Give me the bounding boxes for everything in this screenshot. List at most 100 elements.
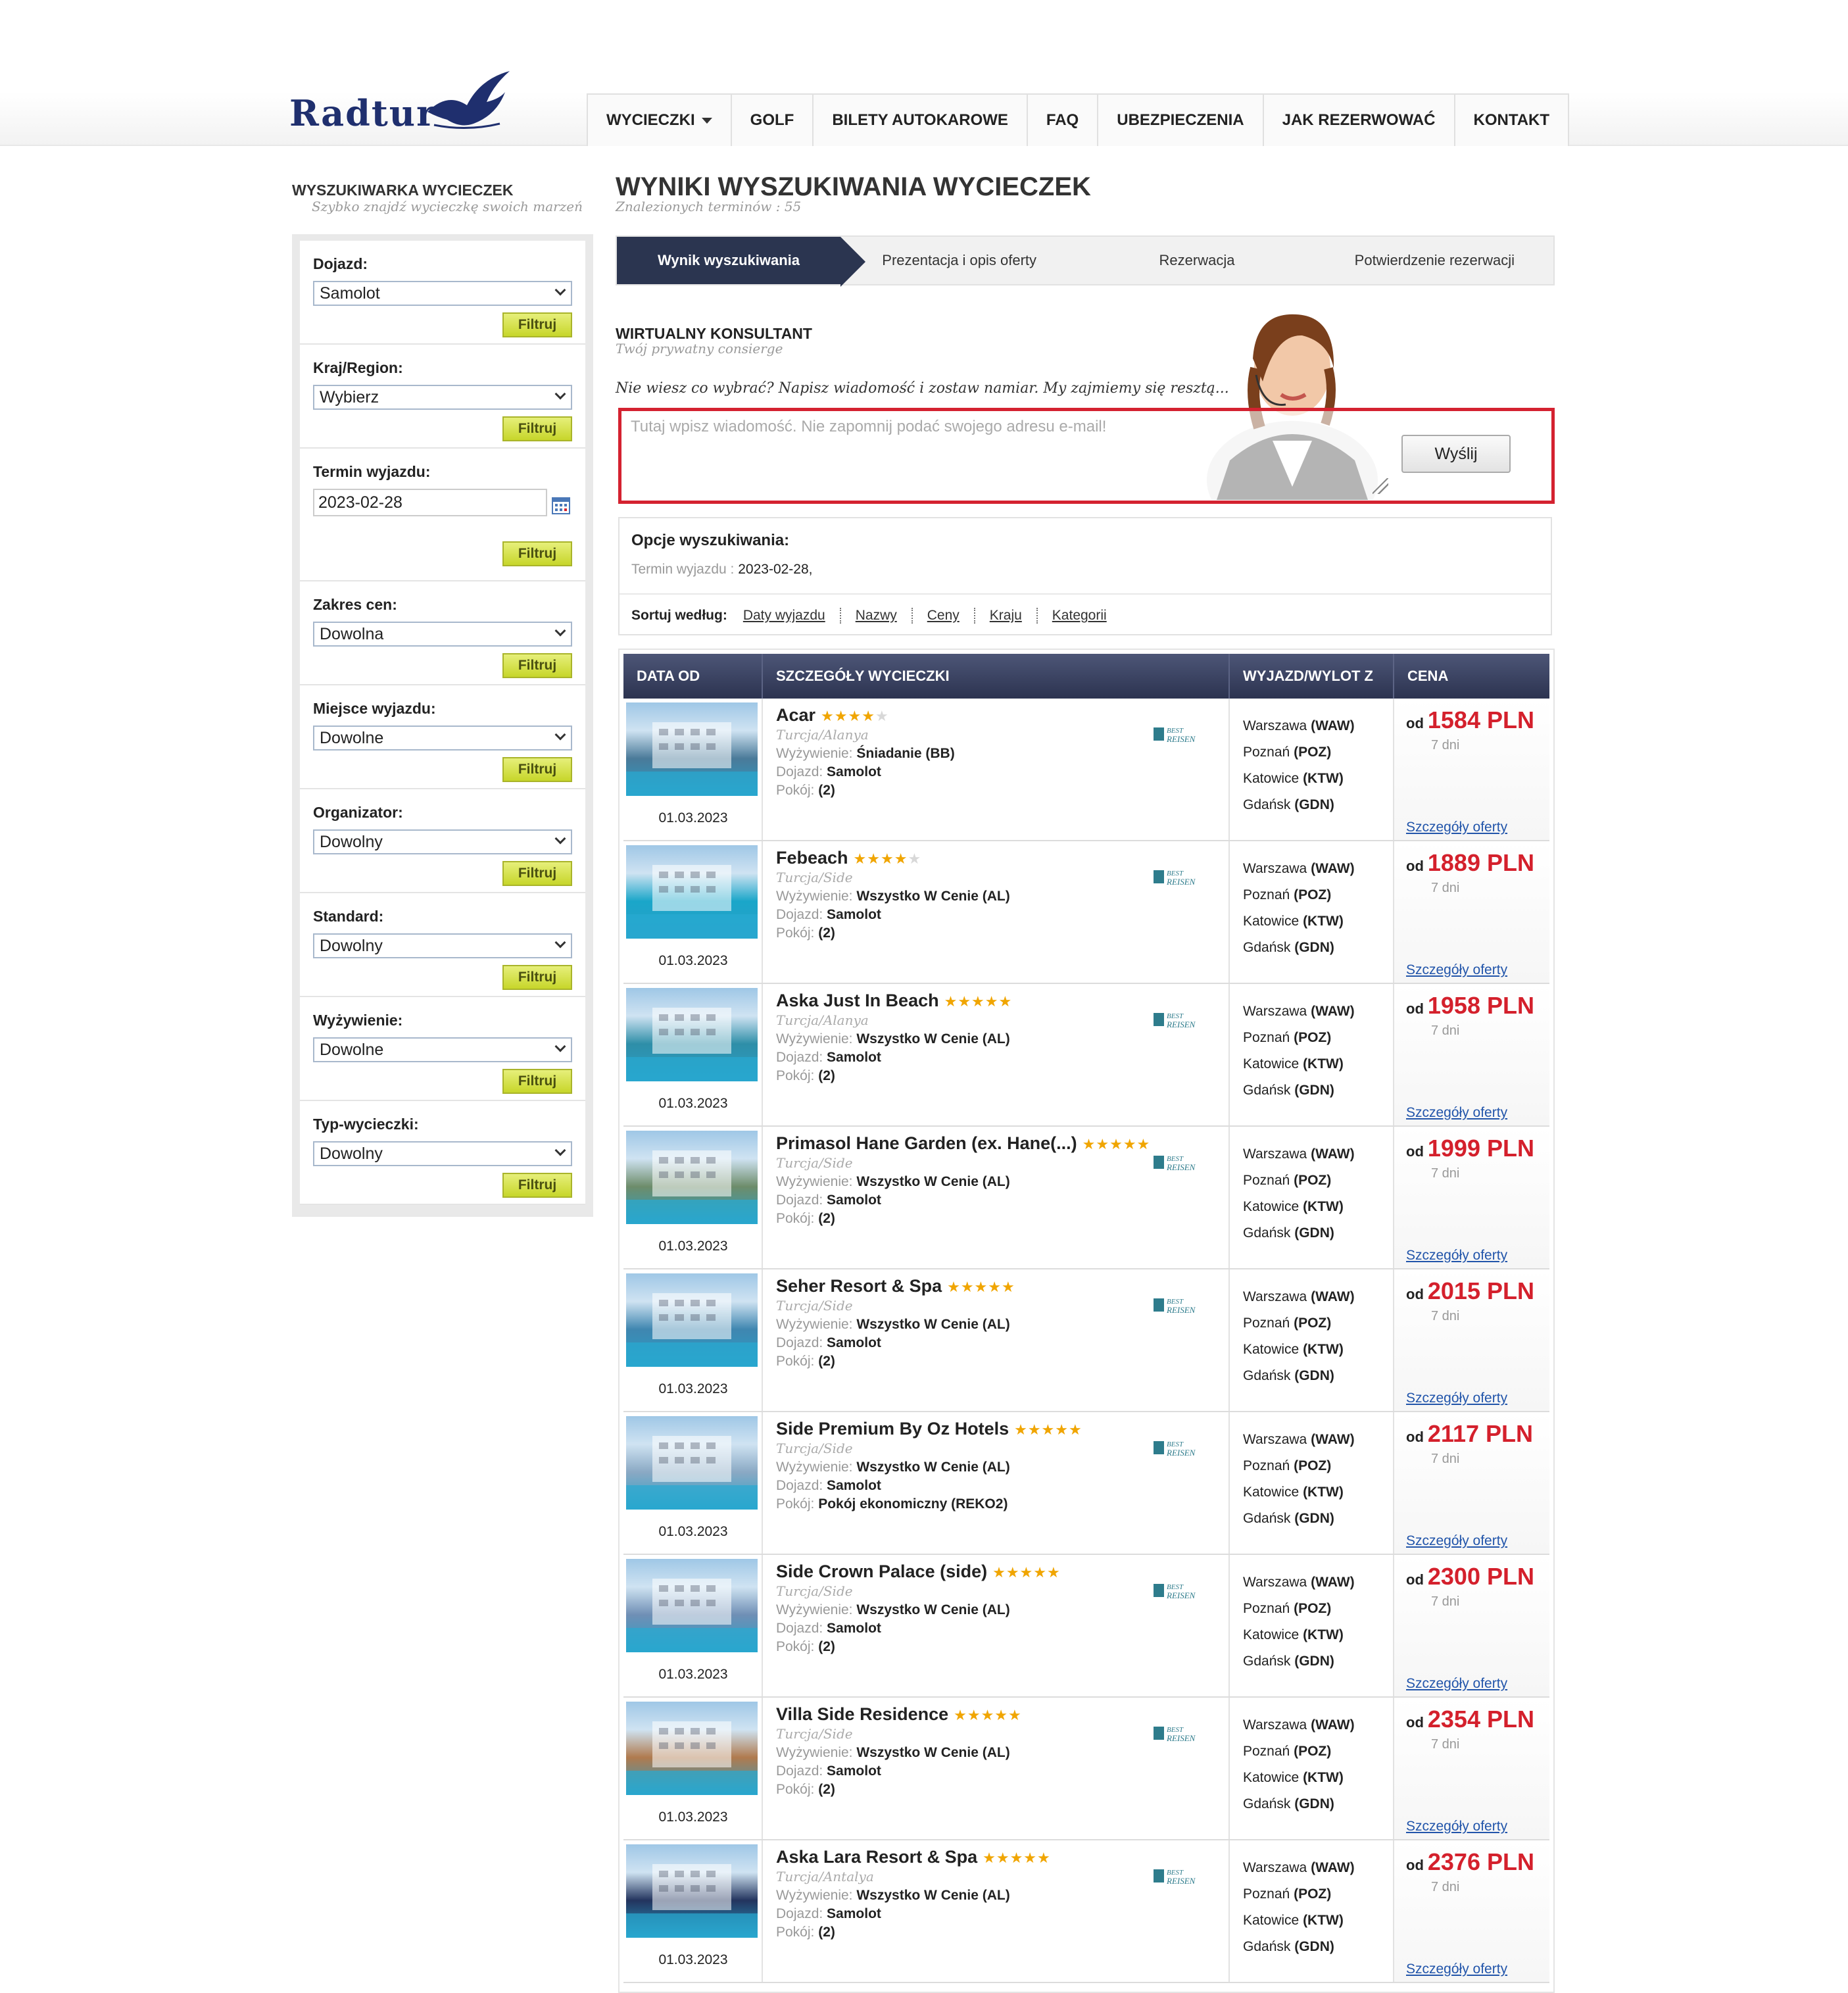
sort-link[interactable]: Kategorii bbox=[1036, 608, 1121, 624]
hotel-thumbnail[interactable] bbox=[626, 702, 758, 796]
nav-item-faq[interactable]: FAQ bbox=[1028, 95, 1099, 146]
hotel-thumbnail[interactable] bbox=[626, 1273, 758, 1367]
filter-button[interactable]: Filtruj bbox=[502, 861, 572, 886]
nav-item-ubezpieczenia[interactable]: UBEZPIECZENIA bbox=[1098, 95, 1264, 146]
filter-button[interactable]: Filtruj bbox=[502, 965, 572, 990]
filter-label: Wyżywienie: bbox=[313, 1012, 403, 1029]
resize-handle[interactable] bbox=[1373, 478, 1388, 494]
hotel-thumbnail[interactable] bbox=[626, 1131, 758, 1224]
transport-value: Samolot bbox=[827, 1050, 881, 1065]
hotel-region: Turcja/Alanya bbox=[776, 1012, 869, 1028]
hotel-name[interactable]: Acar bbox=[776, 705, 815, 725]
price-amount: 2300 PLN bbox=[1427, 1563, 1534, 1590]
svg-text:REISEN: REISEN bbox=[1166, 1733, 1196, 1743]
price-prefix: od bbox=[1406, 1000, 1424, 1017]
offer-details-link[interactable]: Szczegóły oferty bbox=[1406, 962, 1507, 978]
nav-item-bilety-autokarowe[interactable]: BILETY AUTOKAROWE bbox=[814, 95, 1028, 146]
offer-details-link[interactable]: Szczegóły oferty bbox=[1406, 1961, 1507, 1977]
filter-button[interactable]: Filtruj bbox=[502, 757, 572, 782]
airport-code: (KTW) bbox=[1303, 1199, 1344, 1214]
message-input[interactable]: Tutaj wpisz wiadomość. Nie zapomnij poda… bbox=[631, 418, 1106, 436]
sort-link[interactable]: Nazwy bbox=[839, 608, 912, 624]
table-row: 01.03.2023 Seher Resort & Spa ★★★★★ Turcja/… bbox=[623, 1269, 1549, 1412]
offer-details-link[interactable]: Szczegóły oferty bbox=[1406, 1390, 1507, 1406]
price: od 2376 PLN bbox=[1406, 1848, 1534, 1876]
sort-link[interactable]: Ceny bbox=[911, 608, 974, 624]
svg-text:REISEN: REISEN bbox=[1166, 1590, 1196, 1600]
room-value: (2) bbox=[818, 1639, 835, 1654]
nav-item-kontakt[interactable]: KONTAKT bbox=[1455, 95, 1568, 146]
filter-select[interactable]: Samolot bbox=[313, 281, 572, 306]
filter-button[interactable]: Filtruj bbox=[502, 1069, 572, 1094]
hotel-name[interactable]: Villa Side Residence bbox=[776, 1704, 948, 1724]
hotel-name[interactable]: Aska Just In Beach bbox=[776, 991, 939, 1010]
sort-link[interactable]: Kraju bbox=[973, 608, 1036, 624]
calendar-icon[interactable] bbox=[551, 495, 571, 515]
offer-details-link[interactable]: Szczegóły oferty bbox=[1406, 820, 1507, 835]
departure-city: Poznań bbox=[1243, 887, 1290, 902]
hotel-name[interactable]: Primasol Hane Garden (ex. Hane(...) bbox=[776, 1133, 1077, 1153]
departure-date: 01.03.2023 bbox=[658, 1809, 728, 1825]
hotel-thumbnail[interactable] bbox=[626, 1844, 758, 1938]
hotel-thumbnail[interactable] bbox=[626, 1559, 758, 1652]
meal-info: Wyżywienie: Wszystko W Cenie (AL) bbox=[776, 1032, 1215, 1046]
departure-city: Katowice bbox=[1243, 1342, 1300, 1357]
hotel-name[interactable]: Side Premium By Oz Hotels bbox=[776, 1419, 1009, 1439]
trip-duration: 7 dni bbox=[1431, 1166, 1460, 1181]
airport-code: (KTW) bbox=[1303, 771, 1344, 786]
hotel-name[interactable]: Aska Lara Resort & Spa bbox=[776, 1847, 977, 1867]
filter-select[interactable]: Dowolne bbox=[313, 1037, 572, 1062]
filter-button[interactable]: Filtruj bbox=[502, 541, 572, 566]
price-cell: od 2015 PLN 7 dni Szczegóły oferty bbox=[1394, 1269, 1549, 1411]
send-button[interactable]: Wyślij bbox=[1401, 435, 1511, 473]
meal-value: Wszystko W Cenie (AL) bbox=[856, 1031, 1010, 1046]
hotel-thumbnail[interactable] bbox=[626, 1702, 758, 1795]
hotel-thumbnail[interactable] bbox=[626, 845, 758, 939]
hotel-thumbnail[interactable] bbox=[626, 1416, 758, 1510]
sidebar-subtitle: Szybko znajdź wycieczkę swoich marzeń bbox=[312, 199, 583, 214]
hotel-thumbnail[interactable] bbox=[626, 988, 758, 1081]
departure-date: 01.03.2023 bbox=[658, 1239, 728, 1254]
filter-button[interactable]: Filtruj bbox=[502, 416, 572, 441]
date-cell: 01.03.2023 bbox=[623, 1269, 763, 1411]
offer-details-link[interactable]: Szczegóły oferty bbox=[1406, 1533, 1507, 1549]
departure-city: Katowice bbox=[1243, 1056, 1300, 1071]
trip-duration: 7 dni bbox=[1431, 881, 1460, 895]
filter-button[interactable]: Filtruj bbox=[502, 653, 572, 678]
price-prefix: od bbox=[1406, 1857, 1424, 1873]
airport-code: (KTW) bbox=[1303, 1770, 1344, 1785]
bird-logo-icon bbox=[427, 71, 510, 130]
hotel-name[interactable]: Seher Resort & Spa bbox=[776, 1276, 942, 1296]
price: od 2015 PLN bbox=[1406, 1277, 1534, 1305]
offer-details-link[interactable]: Szczegóły oferty bbox=[1406, 1105, 1507, 1121]
hotel-name[interactable]: Febeach bbox=[776, 848, 848, 868]
filter-button[interactable]: Filtruj bbox=[502, 1173, 572, 1198]
offer-details-link[interactable]: Szczegóły oferty bbox=[1406, 1819, 1507, 1834]
hotel-name[interactable]: Side Crown Palace (side) bbox=[776, 1562, 987, 1581]
filter-select[interactable]: Dowolne bbox=[313, 726, 572, 750]
filter-select[interactable]: Dowolny bbox=[313, 933, 572, 958]
filter-select[interactable]: Dowolny bbox=[313, 1141, 572, 1166]
filter-button[interactable]: Filtruj bbox=[502, 312, 572, 337]
date-input[interactable]: 2023-02-28 bbox=[313, 489, 547, 516]
filter-select[interactable]: Dowolny bbox=[313, 829, 572, 854]
nav-item-jak-rezerwować[interactable]: JAK REZERWOWAĆ bbox=[1264, 95, 1455, 146]
trip-details-cell: Aska Just In Beach ★★★★★ Turcja/Alanya Wyży… bbox=[763, 984, 1230, 1125]
room-label: Pokój: bbox=[776, 1639, 815, 1654]
offer-details-link[interactable]: Szczegóły oferty bbox=[1406, 1248, 1507, 1264]
nav-item-golf[interactable]: GOLF bbox=[732, 95, 814, 146]
radtur-logo[interactable]: Radtur bbox=[289, 66, 513, 138]
sort-link[interactable]: Daty wyjazdu bbox=[743, 608, 840, 624]
departure-date: 01.03.2023 bbox=[658, 1096, 728, 1111]
offer-details-link[interactable]: Szczegóły oferty bbox=[1406, 1676, 1507, 1692]
meal-value: Wszystko W Cenie (AL) bbox=[856, 1745, 1010, 1760]
meal-value: Wszystko W Cenie (AL) bbox=[856, 1460, 1010, 1475]
select-value: Dowolny bbox=[320, 937, 383, 955]
departure-city: Warszawa bbox=[1243, 1575, 1307, 1590]
nav-item-wycieczki[interactable]: WYCIECZKI bbox=[588, 95, 732, 146]
filter-select[interactable]: Wybierz bbox=[313, 385, 572, 410]
select-value: Wybierz bbox=[320, 388, 379, 406]
filter-select[interactable]: Dowolna bbox=[313, 622, 572, 647]
room-value: (2) bbox=[818, 1782, 835, 1797]
room-info: Pokój: (2) bbox=[776, 1783, 1215, 1797]
